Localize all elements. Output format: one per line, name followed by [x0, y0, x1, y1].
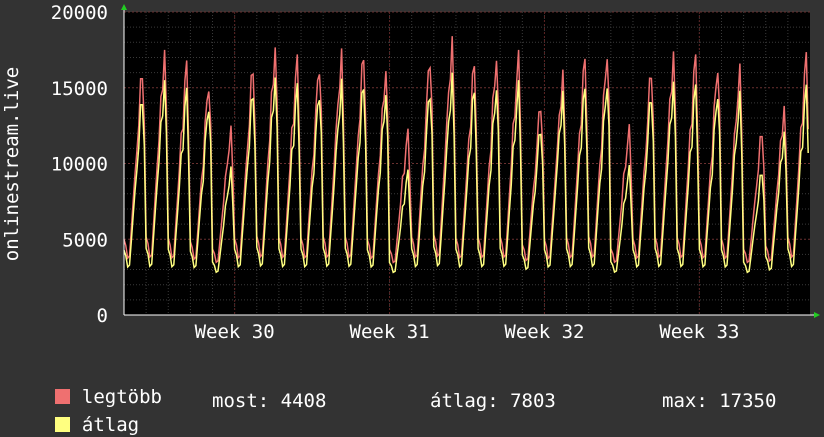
line-chart: 0 5000 10000 15000 20000 Week 30 Week 31 Week 3…	[1, 2, 820, 343]
x-tick-label: Week 33	[659, 321, 739, 343]
stat-now: most: 4408	[212, 390, 327, 412]
y-axis-label: onlinestream.live	[1, 67, 23, 261]
stat-avg: átlag: 7803	[430, 390, 556, 412]
stat-max: max: 17350	[662, 390, 777, 412]
y-tick-label: 5000	[62, 229, 108, 251]
y-tick-label: 0	[97, 305, 108, 327]
y-axis-arrow	[121, 4, 127, 10]
x-tick-label: Week 30	[195, 321, 275, 343]
y-tick-label: 15000	[51, 78, 108, 100]
y-tick-label: 10000	[51, 154, 108, 176]
x-tick-label: Week 32	[504, 321, 584, 343]
y-tick-label: 20000	[51, 2, 108, 24]
legend-avg-label: átlag	[81, 414, 140, 436]
x-axis-arrow	[814, 312, 820, 318]
x-tick-label: Week 31	[350, 321, 430, 343]
